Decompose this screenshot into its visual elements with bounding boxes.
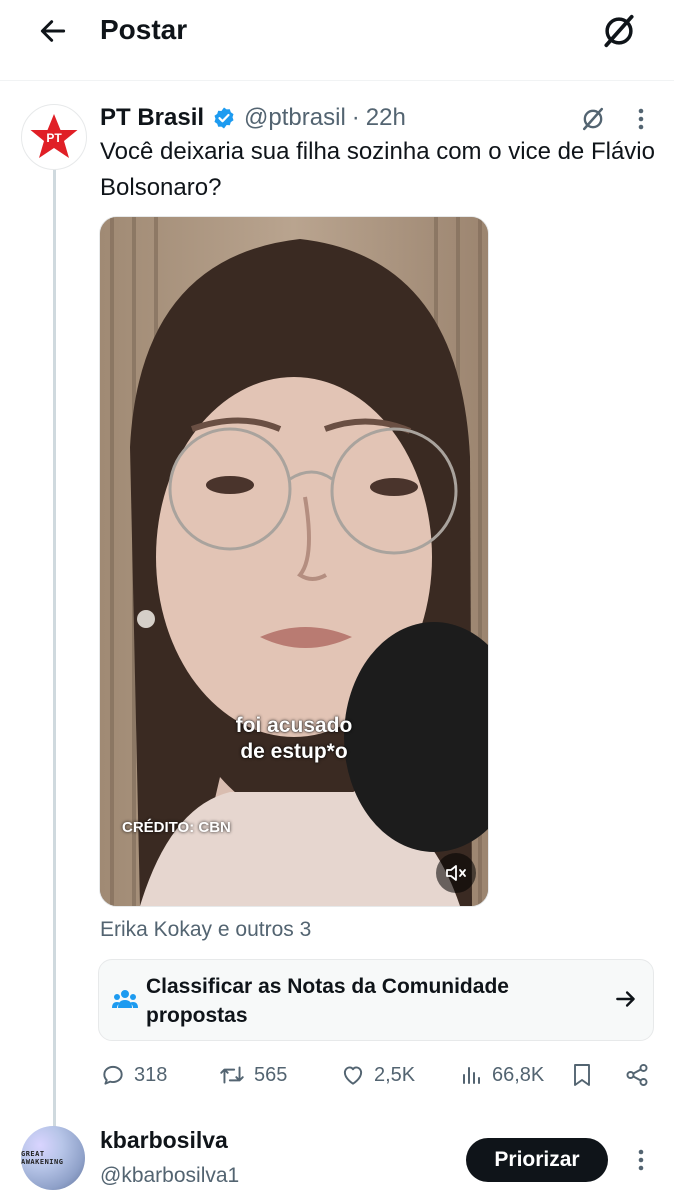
prioritize-button[interactable]: Priorizar	[466, 1138, 608, 1182]
views-count: 66,8K	[492, 1063, 545, 1086]
community-notes-label: Classificar as Notas da Comunidade propo…	[146, 975, 509, 1027]
reply-more-options-button[interactable]	[626, 1143, 656, 1177]
like-button[interactable]: 2,5K	[340, 1055, 415, 1095]
like-count: 2,5K	[374, 1063, 416, 1086]
views-button[interactable]: 66,8K	[460, 1055, 544, 1095]
back-button[interactable]	[30, 8, 76, 54]
avatar[interactable]: PT	[21, 104, 87, 170]
more-options-button[interactable]	[626, 102, 656, 136]
separator-dot: ·	[351, 104, 360, 131]
grok-explain-button[interactable]	[574, 102, 612, 136]
reply-button[interactable]: 318	[100, 1055, 167, 1095]
author-name[interactable]: PT Brasil	[100, 104, 204, 132]
post-actions-bar: 318 565 2,5K 66,8K	[100, 1055, 660, 1095]
reply-author-name[interactable]: kbarbosilva	[100, 1127, 228, 1154]
more-vertical-icon	[638, 1149, 644, 1171]
caption-line-1: foi acusado	[235, 714, 353, 737]
bookmark-button[interactable]	[570, 1055, 602, 1095]
repost-button[interactable]: 565	[218, 1055, 287, 1095]
community-notes-card[interactable]: Classificar as Notas da Comunidade propo…	[98, 959, 654, 1041]
bookmark-icon	[574, 1064, 590, 1086]
post-author-row: PT Brasil @ptbrasil · 22h	[100, 101, 406, 135]
grok-button[interactable]	[596, 8, 642, 54]
author-handle[interactable]: @ptbrasil	[244, 104, 346, 132]
reply-avatar[interactable]: GREAT AWAKENING	[21, 1126, 85, 1190]
grok-icon	[604, 14, 634, 48]
video-credit: CRÉDITO: CBN	[122, 819, 231, 836]
people-icon	[112, 990, 138, 1008]
caption-line-2: de estup*o	[240, 740, 348, 763]
post-time[interactable]: 22h	[366, 104, 406, 132]
more-vertical-icon	[638, 108, 644, 130]
arrow-left-icon	[40, 20, 66, 42]
repost-icon	[220, 1066, 244, 1084]
avatar-text: GREAT AWAKENING	[21, 1150, 64, 1166]
verified-badge-icon	[214, 107, 234, 129]
share-button[interactable]	[624, 1055, 658, 1095]
video-caption: foi acusado de estup*o	[100, 713, 488, 765]
views-chart-icon	[463, 1067, 480, 1084]
reply-count: 318	[134, 1063, 168, 1086]
heart-icon	[343, 1066, 363, 1085]
share-icon	[626, 1063, 648, 1087]
svg-text:PT: PT	[46, 131, 62, 145]
grok-icon	[582, 107, 604, 131]
mute-button[interactable]	[436, 853, 476, 893]
reply-icon	[103, 1065, 123, 1085]
reply-author-handle[interactable]: @kbarbosilva1	[100, 1164, 239, 1188]
tagged-users-link[interactable]: Erika Kokay e outros 3	[100, 918, 311, 942]
page-title: Postar	[100, 14, 188, 45]
video-frame	[100, 217, 488, 906]
volume-muted-icon	[446, 865, 466, 881]
arrow-right-icon	[616, 991, 635, 1007]
post-text: Você deixaria sua filha sozinha com o vi…	[100, 138, 655, 201]
video-player[interactable]: foi acusado de estup*o CRÉDITO: CBN	[99, 216, 489, 907]
repost-count: 565	[254, 1063, 288, 1086]
pt-star-logo: PT	[30, 114, 78, 158]
thread-connector-line	[53, 166, 56, 1130]
